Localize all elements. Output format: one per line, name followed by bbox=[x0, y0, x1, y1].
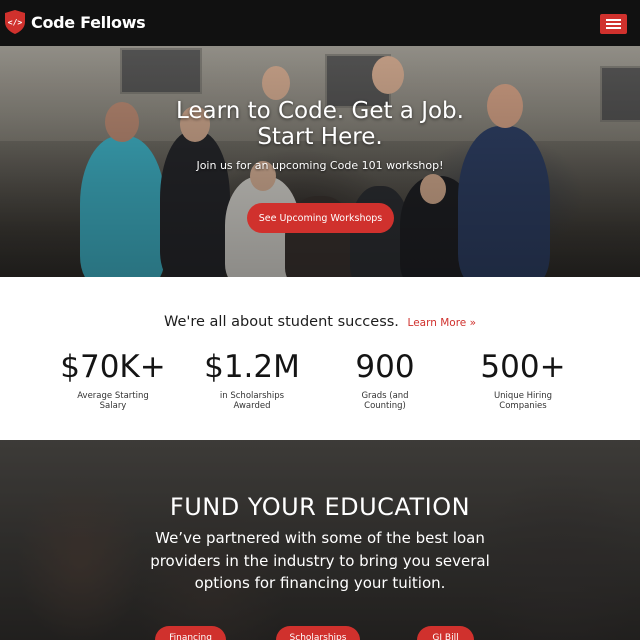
fund-education-section: FUND YOUR EDUCATION We’ve partnered with… bbox=[0, 440, 640, 640]
fund-title: FUND YOUR EDUCATION bbox=[169, 493, 471, 521]
scholarships-button[interactable]: Scholarships bbox=[276, 626, 360, 640]
logo-glyph: </> bbox=[8, 18, 23, 27]
stat-hiring-companies: 500+ Unique Hiring Companies bbox=[458, 349, 588, 411]
financing-button[interactable]: Financing bbox=[155, 626, 226, 640]
hero-section: Learn to Code. Get a Job. Start Here. Jo… bbox=[0, 46, 640, 277]
top-navbar: </> Code Fellows bbox=[0, 0, 640, 46]
stat-value: $70K+ bbox=[60, 349, 166, 385]
stat-value: 900 bbox=[355, 349, 415, 385]
hamburger-menu-icon[interactable] bbox=[600, 14, 627, 34]
stat-average-salary: $70K+ Average Starting Salary bbox=[48, 349, 178, 411]
fund-description: We’ve partnered with some of the best lo… bbox=[150, 529, 490, 592]
gi-bill-button[interactable]: GI Bill bbox=[417, 626, 474, 640]
stat-label: Average Starting Salary bbox=[77, 391, 149, 411]
stats-heading: We're all about student success. Learn M… bbox=[0, 314, 640, 330]
hero-title: Learn to Code. Get a Job. Start Here. bbox=[0, 98, 640, 150]
stat-label: Unique Hiring Companies bbox=[493, 391, 553, 411]
stat-value: 500+ bbox=[480, 349, 566, 385]
stat-label: in Scholarships Awarded bbox=[219, 391, 285, 411]
hero-title-line1: Learn to Code. Get a Job. bbox=[176, 98, 464, 124]
hero-subtitle: Join us for an upcoming Code 101 worksho… bbox=[196, 159, 444, 172]
learn-more-link[interactable]: Learn More » bbox=[408, 317, 476, 329]
code-fellows-shield-icon: </> bbox=[5, 10, 25, 34]
brand-name: Code Fellows bbox=[31, 12, 146, 32]
stats-section: We're all about student success. Learn M… bbox=[0, 277, 640, 440]
stat-scholarships: $1.2M in Scholarships Awarded bbox=[187, 349, 317, 411]
hero-title-line2: Start Here. bbox=[257, 124, 383, 150]
stat-label: Grads (and Counting) bbox=[361, 391, 409, 411]
stats-heading-text: We're all about student success. bbox=[163, 314, 399, 330]
brand-link[interactable]: </> Code Fellows bbox=[4, 8, 146, 36]
stat-value: $1.2M bbox=[204, 349, 300, 385]
see-upcoming-workshops-button[interactable]: See Upcoming Workshops bbox=[247, 203, 394, 233]
stat-grads: 900 Grads (and Counting) bbox=[320, 349, 450, 411]
